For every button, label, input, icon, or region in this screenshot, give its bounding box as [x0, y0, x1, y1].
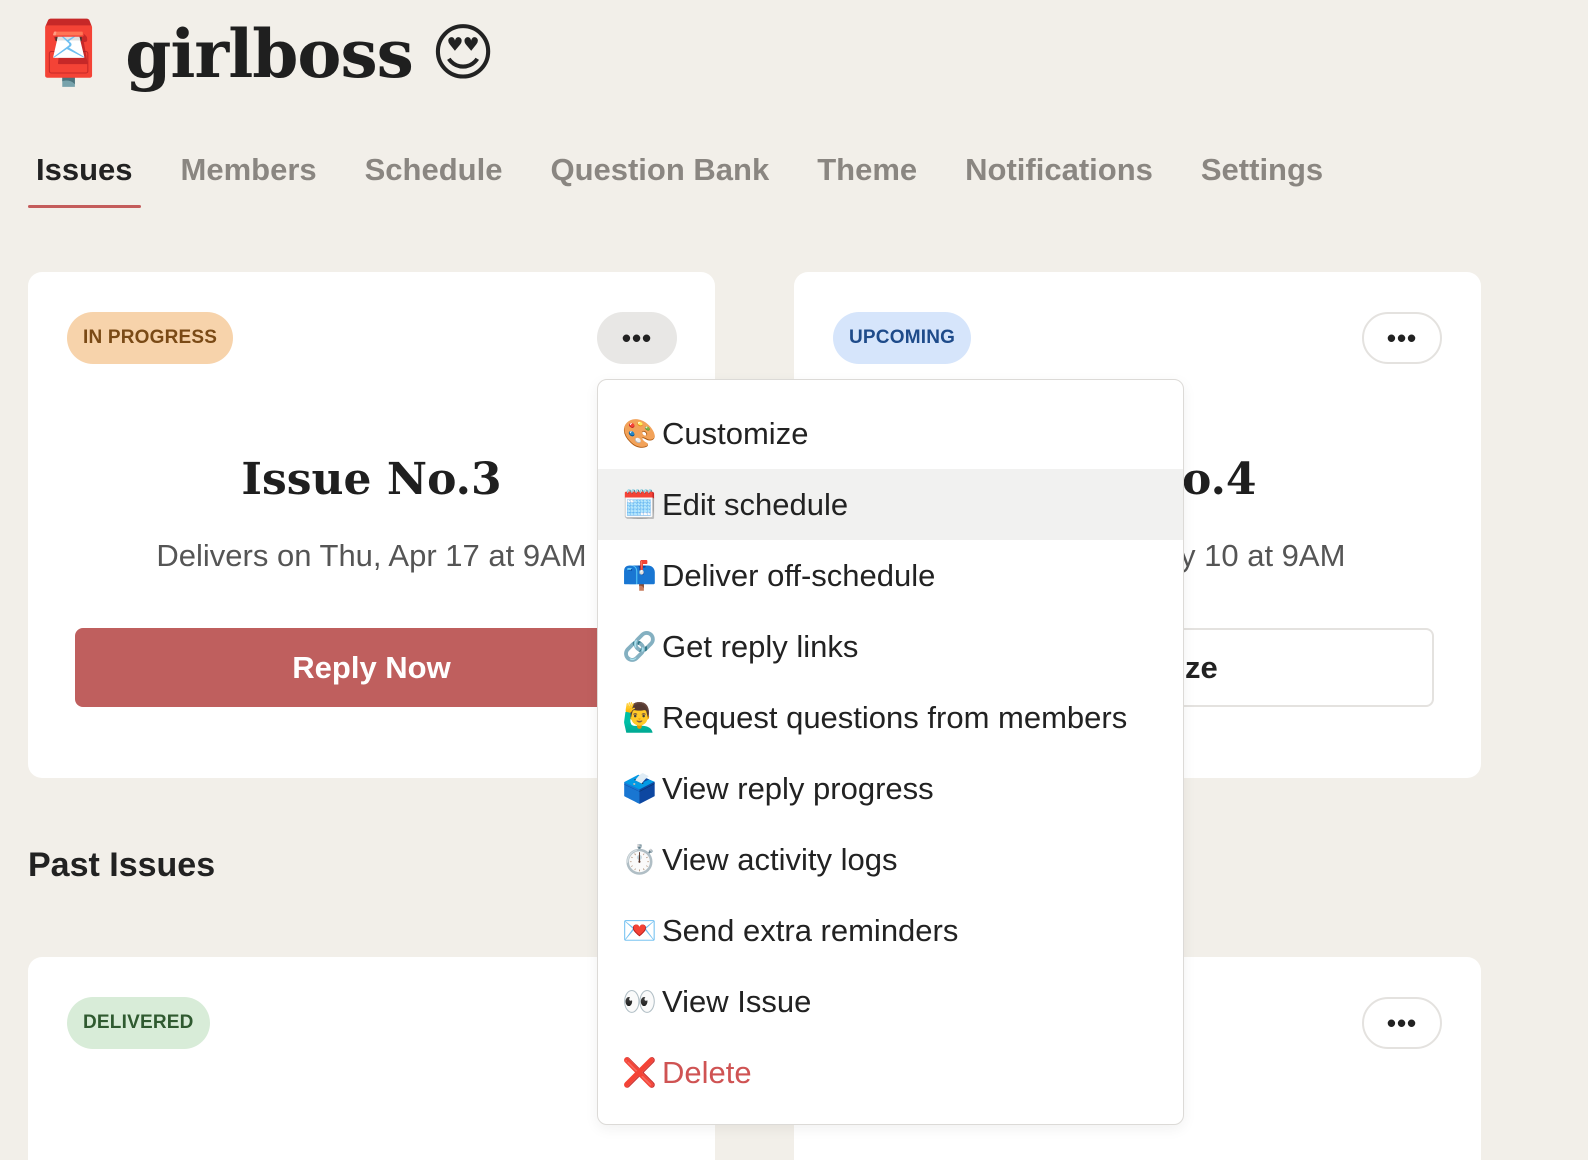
menu-item-label: View reply progress: [662, 770, 934, 806]
menu-item-label: Get reply links: [662, 628, 859, 664]
menu-item-label: Request questions from members: [662, 699, 1128, 735]
more-options-button[interactable]: •••: [597, 312, 677, 364]
tab-settings[interactable]: Settings: [1193, 146, 1331, 208]
eyes-icon: 👀: [622, 986, 657, 1017]
status-badge: UPCOMING: [833, 312, 972, 364]
more-options-button[interactable]: •••: [1362, 312, 1442, 364]
menu-item-send-extra-reminders[interactable]: 💌 Send extra reminders: [598, 895, 1183, 966]
issue-title: o.4: [1182, 454, 1257, 505]
calendar-icon: 🗓️: [622, 489, 657, 520]
tab-theme[interactable]: Theme: [809, 146, 925, 208]
menu-item-label: Deliver off-schedule: [662, 557, 936, 593]
status-badge: DELIVERED: [67, 997, 210, 1049]
menu-item-label: View Issue: [662, 983, 812, 1019]
tab-question-bank[interactable]: Question Bank: [542, 146, 777, 208]
heart-eyes-icon: 😍: [430, 19, 496, 88]
menu-item-view-activity-logs[interactable]: ⏱️ View activity logs: [598, 824, 1183, 895]
reply-now-button[interactable]: Reply Now: [75, 628, 668, 707]
status-badge: IN PROGRESS: [67, 312, 234, 364]
tab-schedule[interactable]: Schedule: [357, 146, 511, 208]
tab-notifications[interactable]: Notifications: [957, 146, 1161, 208]
menu-item-get-reply-links[interactable]: 🔗 Get reply links: [598, 611, 1183, 682]
menu-item-label: Delete: [662, 1054, 752, 1090]
menu-item-edit-schedule[interactable]: 🗓️ Edit schedule: [598, 469, 1183, 540]
ballot-box-icon: 🗳️: [622, 773, 657, 804]
app-header: 📮 girlboss 😍: [30, 14, 495, 94]
palette-icon: 🎨: [622, 418, 657, 449]
issue-options-menu: 🎨 Customize 🗓️ Edit schedule 📫 Deliver o…: [597, 379, 1184, 1125]
tab-issues[interactable]: Issues: [28, 146, 141, 208]
stopwatch-icon: ⏱️: [622, 844, 657, 875]
menu-item-request-questions[interactable]: 🙋‍♂️ Request questions from members: [598, 682, 1183, 753]
menu-item-delete[interactable]: ❌ Delete: [598, 1037, 1183, 1108]
love-letter-icon: 💌: [622, 915, 657, 946]
menu-item-label: Customize: [662, 415, 809, 451]
more-dots-icon: •••: [621, 322, 653, 353]
tab-members[interactable]: Members: [173, 146, 325, 208]
more-dots-icon: •••: [1386, 1007, 1418, 1038]
nav-tabs: Issues Members Schedule Question Bank Th…: [28, 146, 1363, 208]
menu-item-view-issue[interactable]: 👀 View Issue: [598, 966, 1183, 1037]
menu-item-label: Send extra reminders: [662, 912, 959, 948]
more-options-button[interactable]: •••: [1362, 997, 1442, 1049]
link-icon: 🔗: [622, 631, 657, 662]
more-dots-icon: •••: [1386, 322, 1418, 353]
menu-item-view-reply-progress[interactable]: 🗳️ View reply progress: [598, 753, 1183, 824]
issue-delivery-date: y 10 at 9AM: [1180, 538, 1346, 573]
raising-hand-icon: 🙋‍♂️: [622, 702, 657, 733]
cross-mark-icon: ❌: [622, 1057, 657, 1088]
postbox-icon: 📮: [30, 19, 108, 88]
menu-item-label: View activity logs: [662, 841, 898, 877]
menu-item-customize[interactable]: 🎨 Customize: [598, 398, 1183, 469]
menu-item-deliver-off-schedule[interactable]: 📫 Deliver off-schedule: [598, 540, 1183, 611]
menu-item-label: Edit schedule: [662, 486, 849, 522]
mailbox-icon: 📫: [622, 560, 657, 591]
app-title: girlboss: [125, 15, 414, 93]
customize-button-label: ze: [1185, 649, 1218, 685]
past-issues-heading: Past Issues: [28, 846, 216, 884]
